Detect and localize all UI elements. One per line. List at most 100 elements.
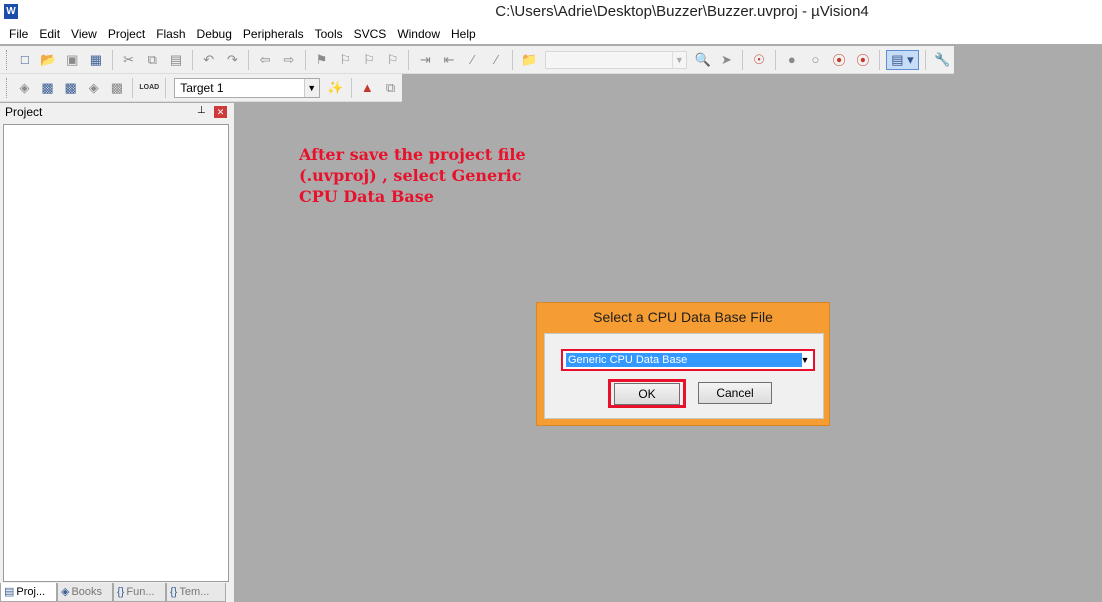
save-all-icon[interactable]: ▦	[86, 50, 106, 70]
pin-icon[interactable]: ⊥	[197, 105, 206, 116]
toolbar-grip[interactable]	[6, 49, 9, 70]
target-select-value: Target 1	[180, 80, 224, 95]
tab-templates-label: Tem...	[179, 586, 210, 598]
paste-icon[interactable]: ▤	[166, 50, 186, 70]
indent-icon[interactable]: ⇥	[415, 50, 435, 70]
menu-window[interactable]: Window	[392, 24, 445, 44]
load-icon-label: LOAD	[139, 83, 160, 91]
debug-session-icon[interactable]: ☉	[749, 50, 769, 70]
toolbar-separator	[304, 49, 306, 70]
target-select[interactable]: Target 1 ▼	[174, 77, 320, 98]
tab-templates[interactable]: {} Tem...	[166, 583, 226, 602]
new-file-icon[interactable]: □	[15, 50, 35, 70]
batch-build-icon[interactable]: ◈	[84, 78, 103, 98]
window-layout-icon[interactable]: ▤ ▾	[885, 49, 920, 70]
navigate-back-icon[interactable]: ⇦	[255, 50, 275, 70]
toolbar-separator	[132, 77, 134, 98]
rebuild-icon[interactable]: ▩	[61, 78, 80, 98]
dialog-body: Generic CPU Data Base ▼ OK Cancel	[544, 333, 824, 419]
menu-peripherals[interactable]: Peripherals	[238, 24, 309, 44]
find-in-files-icon[interactable]: 📁	[519, 50, 539, 70]
uncomment-icon[interactable]: ⁄	[487, 50, 507, 70]
template-icon: {}	[170, 586, 178, 598]
toolbar-separator	[408, 49, 410, 70]
undo-icon[interactable]: ↶	[199, 50, 219, 70]
tab-project-label: Proj...	[16, 586, 46, 598]
build-toolbar: ◈ ▩ ▩ ◈ ▩ LOAD Target 1 ▼ ✨ ▲ ⧉	[0, 74, 402, 102]
window-title: C:\Users\Adrie\Desktop\Buzzer\Buzzer.uvp…	[495, 3, 869, 20]
find-icon[interactable]: 🔍	[693, 50, 713, 70]
menu-tools[interactable]: Tools	[310, 24, 348, 44]
tab-project[interactable]: ▤ Proj...	[0, 583, 57, 602]
build-icon[interactable]: ▩	[38, 78, 57, 98]
menu-project[interactable]: Project	[103, 24, 150, 44]
tab-functions[interactable]: {} Fun...	[113, 583, 166, 602]
open-file-icon[interactable]: 📂	[39, 50, 59, 70]
load-download-icon[interactable]: LOAD	[139, 78, 159, 98]
menu-flash[interactable]: Flash	[151, 24, 190, 44]
menu-help[interactable]: Help	[446, 24, 481, 44]
chevron-down-icon[interactable]: ▼	[671, 51, 686, 68]
previous-bookmark-icon[interactable]: ⚐	[335, 50, 355, 70]
toolbar-separator	[512, 49, 514, 70]
toolbar-separator	[925, 49, 927, 70]
project-tab-icon: ▤	[4, 586, 15, 598]
toolbar-separator	[191, 49, 193, 70]
enable-breakpoint-icon[interactable]: ○	[806, 50, 826, 70]
menu-bar: File Edit View Project Flash Debug Perip…	[0, 24, 1102, 44]
chevron-down-icon[interactable]: ▼	[303, 78, 319, 97]
select-cpu-database-dialog: Select a CPU Data Base File Generic CPU …	[536, 302, 830, 426]
close-icon[interactable]: ✕	[214, 106, 227, 118]
next-bookmark-icon[interactable]: ⚐	[359, 50, 379, 70]
braces-icon: {}	[117, 586, 125, 598]
project-pane-tabs: ▤ Proj... ◈ Books {} Fun... {} Tem...	[0, 583, 234, 602]
project-pane-title: Project	[5, 105, 43, 119]
clear-bookmarks-icon[interactable]: ⚐	[383, 50, 403, 70]
configure-wrench-icon[interactable]: 🔧	[932, 50, 952, 70]
translate-icon[interactable]: ◈	[15, 78, 34, 98]
toolbar-grip[interactable]	[6, 77, 9, 98]
tab-books[interactable]: ◈ Books	[57, 583, 113, 602]
insert-breakpoint-icon[interactable]: ●	[782, 50, 802, 70]
navigate-forward-icon[interactable]: ⇨	[279, 50, 299, 70]
cancel-button[interactable]: Cancel	[698, 382, 772, 404]
books-tab-icon: ◈	[61, 586, 70, 598]
manage-components-icon[interactable]: ▲	[358, 78, 377, 98]
cut-icon[interactable]: ✂	[119, 50, 139, 70]
menu-svcs[interactable]: SVCS	[349, 24, 392, 44]
redo-icon[interactable]: ↷	[223, 50, 243, 70]
tab-books-label: Books	[71, 586, 103, 598]
menu-debug[interactable]: Debug	[192, 24, 237, 44]
toolbar-separator	[878, 49, 880, 70]
menu-file[interactable]: File	[4, 24, 33, 44]
incremental-find-icon[interactable]: ➤	[717, 50, 737, 70]
find-combo[interactable]: ▼	[544, 50, 687, 69]
ok-button[interactable]: OK	[614, 383, 680, 405]
project-pane: Project ⊥ ✕ ▤ Proj... ◈ Books {} Fun... {} T…	[0, 103, 234, 602]
comment-icon[interactable]: ⁄	[463, 50, 483, 70]
menu-edit[interactable]: Edit	[34, 24, 65, 44]
dialog-title: Select a CPU Data Base File	[593, 309, 773, 325]
file-toolbar: □ 📂 ▣ ▦ ✂ ⧉ ▤ ↶ ↷ ⇦ ⇨ ⚑ ⚐ ⚐ ⚐ ⇥ ⇤ ⁄ ⁄ 📁 …	[0, 46, 954, 74]
target-options-icon[interactable]: ✨	[326, 78, 345, 98]
toolbar-separator	[248, 49, 250, 70]
menu-view[interactable]: View	[66, 24, 102, 44]
toolbar-separator	[165, 77, 167, 98]
disable-breakpoints-icon[interactable]: ⦿	[829, 50, 849, 70]
save-icon[interactable]: ▣	[62, 50, 82, 70]
database-select[interactable]: Generic CPU Data Base	[566, 353, 802, 367]
toolbar-separator	[111, 49, 113, 70]
title-bar: W C:\Users\Adrie\Desktop\Buzzer\Buzzer.u…	[0, 0, 1102, 24]
multi-project-icon[interactable]: ⧉	[381, 78, 400, 98]
chevron-down-icon[interactable]: ▼	[799, 353, 811, 367]
kill-breakpoints-icon[interactable]: ⦿	[853, 50, 873, 70]
stop-build-icon[interactable]: ▩	[107, 78, 126, 98]
copy-icon[interactable]: ⧉	[142, 50, 162, 70]
project-tree[interactable]	[3, 124, 229, 582]
tab-functions-label: Fun...	[126, 586, 155, 598]
unindent-icon[interactable]: ⇤	[439, 50, 459, 70]
toolbar-separator	[742, 49, 744, 70]
bookmark-icon[interactable]: ⚑	[312, 50, 332, 70]
ok-button-highlight: OK	[608, 379, 686, 408]
database-select-highlight: Generic CPU Data Base ▼	[561, 349, 815, 371]
